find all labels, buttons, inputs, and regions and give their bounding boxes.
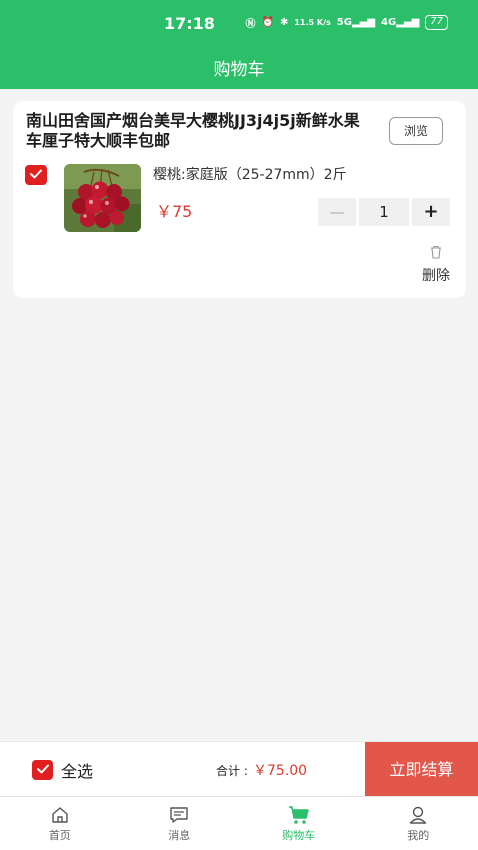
data-speed-icon: 11.5 K/s bbox=[294, 18, 331, 27]
tab-home-label: 首页 bbox=[48, 829, 71, 842]
cart-icon bbox=[288, 806, 309, 824]
battery-icon: 77 bbox=[425, 15, 448, 30]
product-price: ￥75 bbox=[156, 202, 193, 221]
user-icon bbox=[410, 806, 427, 824]
select-all-checkbox[interactable] bbox=[32, 760, 53, 780]
tab-profile-label: 我的 bbox=[407, 829, 430, 842]
alarm-icon: ⏰ bbox=[261, 17, 274, 28]
product-thumbnail[interactable] bbox=[64, 164, 141, 232]
trash-icon bbox=[431, 245, 441, 259]
status-icons: Ⓝ ⏰ ✱ 11.5 K/s 5G▂▄▆ 4G▂▄▆ 77 bbox=[246, 15, 448, 30]
tab-cart-label: 购物车 bbox=[282, 829, 316, 842]
browse-button[interactable]: 浏览 bbox=[389, 117, 443, 145]
status-time: 17:18 bbox=[164, 14, 215, 33]
4g-signal-icon: 4G▂▄▆ bbox=[381, 17, 420, 28]
tab-messages[interactable]: 消息 bbox=[120, 797, 240, 850]
home-icon bbox=[52, 807, 68, 823]
item-checkbox[interactable] bbox=[25, 165, 47, 185]
quantity-stepper: — 1 + bbox=[318, 198, 450, 226]
select-all-label[interactable]: 全选 bbox=[61, 758, 93, 782]
delete-label: 删除 bbox=[422, 268, 450, 284]
tab-home[interactable]: 首页 bbox=[0, 797, 120, 850]
product-spec: 樱桃:家庭版（25-27mm）2斤 bbox=[153, 167, 347, 183]
tab-bar: 首页 消息 购物车 我的 bbox=[0, 796, 478, 850]
nfc-icon: Ⓝ bbox=[245, 19, 256, 30]
total-value: ￥75.00 bbox=[253, 763, 308, 779]
app-header: 17:18 Ⓝ ⏰ ✱ 11.5 K/s 5G▂▄▆ 4G▂▄▆ 77 购物车 bbox=[0, 0, 478, 89]
checkout-button[interactable]: 立即结算 bbox=[365, 742, 478, 797]
delete-button[interactable]: 删除 bbox=[416, 244, 456, 285]
message-icon bbox=[170, 807, 188, 823]
total-label: 合计 : bbox=[216, 764, 248, 778]
decrease-button[interactable]: — bbox=[318, 198, 356, 226]
quantity-value[interactable]: 1 bbox=[359, 198, 409, 226]
cart-item-card: 南山田舍国产烟台美早大樱桃JJ3j4j5j新鲜水果车厘子特大顺丰包邮 浏览 樱桃… bbox=[13, 101, 466, 298]
tab-profile[interactable]: 我的 bbox=[359, 797, 478, 850]
check-icon bbox=[36, 764, 49, 774]
cherry-image bbox=[64, 164, 141, 232]
check-icon bbox=[30, 169, 42, 179]
tab-messages-label: 消息 bbox=[168, 829, 191, 842]
increase-button[interactable]: + bbox=[412, 198, 450, 226]
checkout-bar: 全选 合计 : ￥75.00 立即结算 bbox=[0, 741, 478, 797]
product-title[interactable]: 南山田舍国产烟台美早大樱桃JJ3j4j5j新鲜水果车厘子特大顺丰包邮 bbox=[26, 111, 371, 151]
tab-cart[interactable]: 购物车 bbox=[239, 797, 359, 850]
bluetooth-icon: ✱ bbox=[279, 17, 289, 28]
page-title: 购物车 bbox=[213, 60, 265, 80]
5g-signal-icon: 5G▂▄▆ bbox=[336, 17, 376, 28]
